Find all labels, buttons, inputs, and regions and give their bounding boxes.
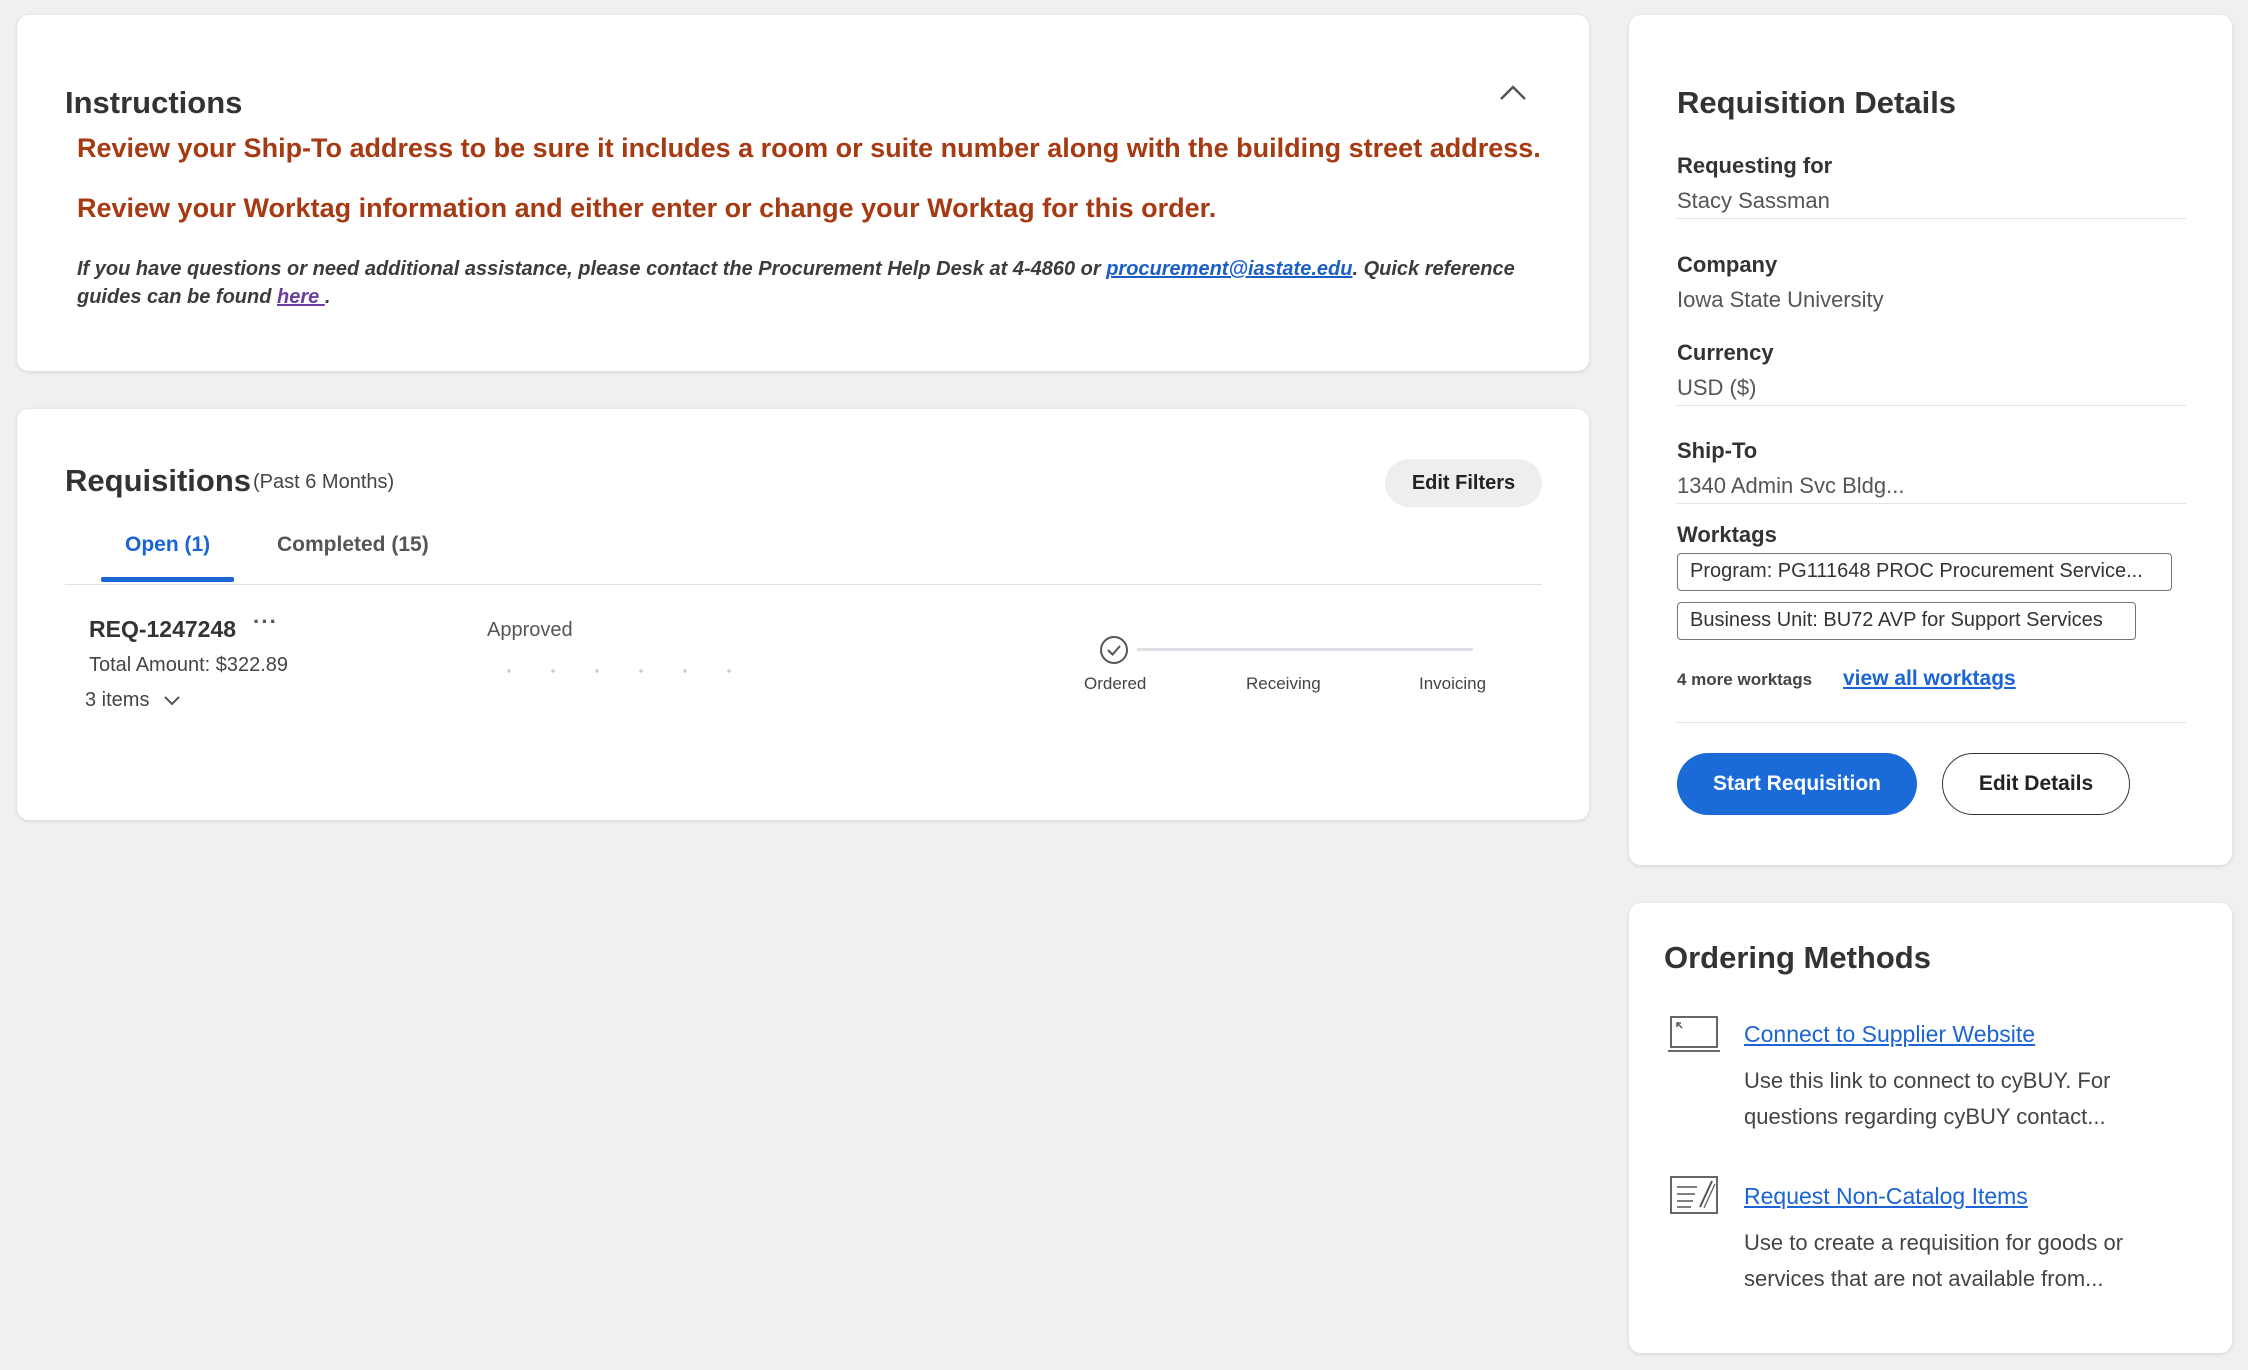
help-text-prefix: If you have questions or need additional… bbox=[77, 258, 1107, 280]
status-placeholder bbox=[487, 669, 767, 673]
edit-details-button[interactable]: Edit Details bbox=[1942, 753, 2130, 815]
requisition-details-card: Requisition Details Requesting for Stacy… bbox=[1629, 15, 2232, 865]
help-text-suffix: . bbox=[324, 286, 331, 308]
tab-divider bbox=[65, 584, 1542, 585]
connect-supplier-website-link[interactable]: Connect to Supplier Website bbox=[1744, 1021, 2035, 1048]
instructions-title: Instructions bbox=[65, 85, 243, 120]
ordering-methods-title: Ordering Methods bbox=[1664, 940, 1931, 975]
request-non-catalog-description: Use to create a requisition for goods or… bbox=[1744, 1230, 2124, 1291]
help-text: If you have questions or need additional… bbox=[77, 255, 1537, 311]
company-label: Company bbox=[1677, 252, 1778, 277]
instruction-worktag: Review your Worktag information and eith… bbox=[77, 193, 1217, 223]
stage-invoicing: Invoicing bbox=[1419, 674, 1487, 693]
worktag-program-chip[interactable]: Program: PG111648 PROC Procurement Servi… bbox=[1677, 553, 2172, 591]
active-tab-indicator bbox=[101, 577, 234, 582]
worktags-label: Worktags bbox=[1677, 522, 1777, 547]
requisitions-subtitle: (Past 6 Months) bbox=[253, 471, 395, 493]
connect-supplier-description: Use this link to connect to cyBUY. For q… bbox=[1744, 1068, 2111, 1129]
requesting-for-value: Stacy Sassman bbox=[1677, 188, 1830, 213]
tab-open[interactable]: Open (1) bbox=[125, 533, 210, 557]
more-worktags-count: 4 more worktags bbox=[1677, 670, 1813, 689]
instructions-card: Instructions Review your Ship-To address… bbox=[17, 15, 1589, 371]
ship-to-label: Ship-To bbox=[1677, 438, 1758, 463]
chevron-up-icon[interactable] bbox=[1495, 75, 1531, 111]
ordering-methods-card: Ordering Methods Connect to Supplier Web… bbox=[1629, 903, 2232, 1353]
company-value: Iowa State University bbox=[1677, 287, 1884, 312]
requisition-id[interactable]: REQ-1247248 bbox=[89, 616, 236, 643]
tab-completed[interactable]: Completed (15) bbox=[277, 533, 429, 557]
details-title: Requisition Details bbox=[1677, 85, 1957, 120]
requisitions-card: Requisitions (Past 6 Months) Edit Filter… bbox=[17, 409, 1589, 820]
form-edit-icon bbox=[1670, 1176, 1718, 1214]
requisition-status: Approved bbox=[487, 619, 573, 641]
currency-label: Currency bbox=[1677, 340, 1774, 365]
laptop-icon bbox=[1668, 1016, 1720, 1052]
request-non-catalog-link[interactable]: Request Non-Catalog Items bbox=[1744, 1183, 2028, 1210]
requisition-total: Total Amount: $322.89 bbox=[89, 654, 289, 676]
view-all-worktags-link[interactable]: view all worktags bbox=[1843, 667, 2016, 691]
requisition-items-count: 3 items bbox=[85, 689, 150, 711]
start-requisition-button[interactable]: Start Requisition bbox=[1677, 753, 1917, 815]
reference-guides-link[interactable]: here bbox=[277, 286, 325, 308]
stage-ordered: Ordered bbox=[1084, 674, 1147, 693]
requesting-for-label: Requesting for bbox=[1677, 153, 1833, 178]
chevron-down-icon bbox=[164, 696, 180, 706]
ship-to-value: 1340 Admin Svc Bldg... bbox=[1677, 473, 1905, 498]
procurement-email-link[interactable]: procurement@iastate.edu bbox=[1106, 258, 1352, 280]
worktag-business-unit-chip[interactable]: Business Unit: BU72 AVP for Support Serv… bbox=[1677, 602, 2136, 640]
requisition-items-toggle[interactable]: 3 items bbox=[85, 689, 181, 712]
divider bbox=[1677, 503, 2186, 504]
divider bbox=[1677, 405, 2186, 406]
currency-value: USD ($) bbox=[1677, 375, 1757, 400]
edit-filters-button[interactable]: Edit Filters bbox=[1385, 459, 1542, 507]
more-actions-icon[interactable]: ··· bbox=[253, 609, 278, 635]
check-circle-icon bbox=[1100, 636, 1128, 664]
divider bbox=[1677, 722, 2186, 723]
stage-receiving: Receiving bbox=[1246, 674, 1321, 693]
requisitions-title: Requisitions bbox=[65, 463, 252, 498]
progress-track bbox=[1137, 648, 1473, 651]
divider bbox=[1677, 218, 2186, 219]
instruction-ship-to: Review your Ship-To address to be sure i… bbox=[77, 133, 1541, 163]
